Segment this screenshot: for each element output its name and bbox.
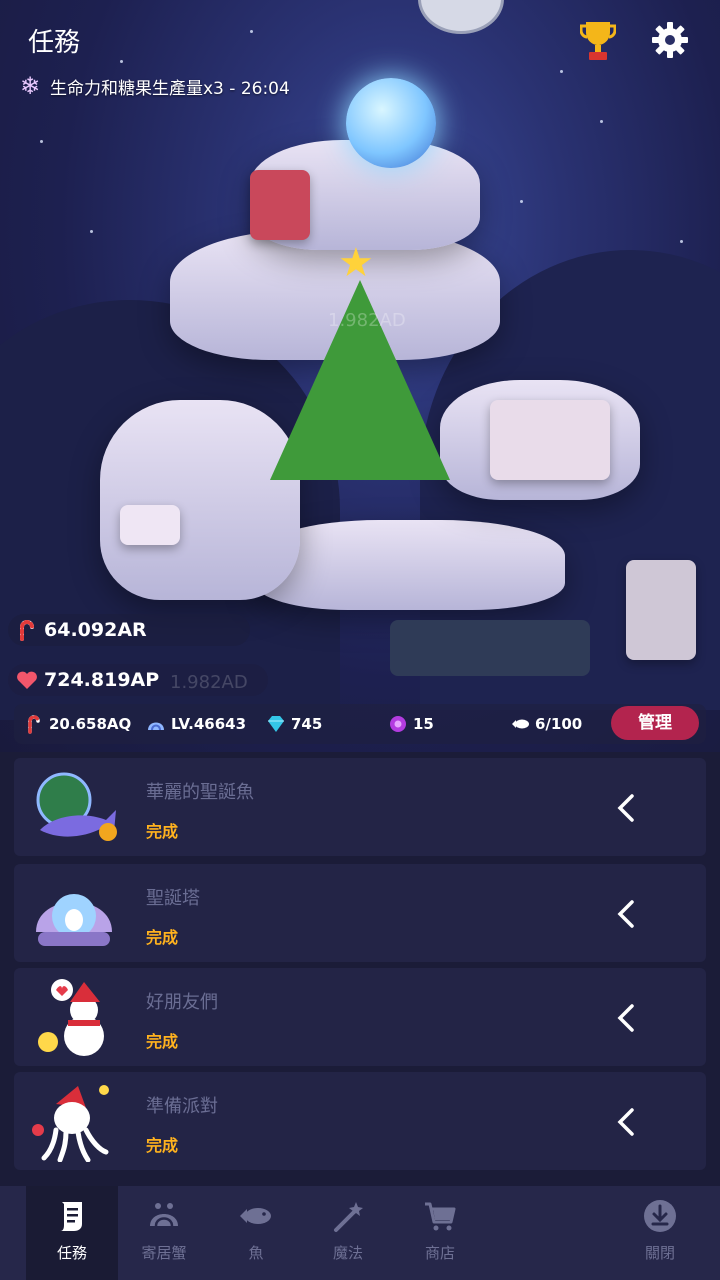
tab-fish[interactable]: 魚 — [210, 1186, 302, 1280]
boost-banner: ❄ 生命力和糖果生產量x3 - 26:04 — [16, 72, 290, 100]
level-stat: LV.46643 — [146, 704, 246, 744]
candy-cane-icon — [20, 620, 34, 641]
chevron-left-icon[interactable] — [614, 792, 638, 824]
task-name: 聖誕塔 — [146, 888, 200, 909]
chevron-left-icon[interactable] — [614, 1002, 638, 1034]
tab-tasks[interactable]: 任務 — [26, 1186, 118, 1280]
heart-value: 724.819AP — [44, 669, 160, 691]
heart-icon — [17, 671, 37, 689]
tab-label: 魚 — [248, 1244, 264, 1262]
snowflake-icon: ❄ — [19, 72, 41, 100]
shell-icon — [148, 722, 164, 731]
tab-label: 任務 — [56, 1244, 87, 1262]
download-icon — [644, 1200, 676, 1232]
hermit-crab-icon — [150, 1203, 178, 1227]
snowman-thumbnail — [38, 979, 104, 1056]
task-row[interactable]: 準備派對 完成 — [14, 1072, 706, 1170]
chevron-left-icon[interactable] — [614, 898, 638, 930]
tree-star-icon: ★ — [338, 240, 374, 286]
orb-value: 15 — [413, 715, 434, 733]
task-status: 完成 — [146, 928, 179, 947]
task-status: 完成 — [146, 822, 179, 841]
tab-hermit-crab[interactable]: 寄居蟹 — [118, 1186, 210, 1280]
boost-text: 生命力和糖果生產量x3 - 26:04 — [50, 78, 290, 99]
cart-icon — [425, 1202, 456, 1231]
tap-candy-icon — [28, 715, 40, 734]
scroll-icon — [60, 1202, 82, 1231]
gear-icon[interactable] — [650, 20, 690, 60]
clock-tower — [626, 560, 696, 660]
party-squid-thumbnail — [32, 1085, 109, 1162]
heart-resource: 724.819AP — [8, 664, 268, 696]
christmas-fish-thumbnail — [36, 772, 117, 841]
task-name: 好朋友們 — [146, 992, 218, 1013]
level-value: LV.46643 — [171, 715, 247, 733]
fish-count-icon — [512, 719, 529, 729]
magic-wand-icon — [334, 1202, 363, 1232]
tab-label: 關閉 — [644, 1244, 675, 1262]
game-scene[interactable]: ★ 1.982AD 1.982AD — [0, 0, 720, 760]
fish-value: 6/100 — [535, 715, 583, 733]
fish-stat: 6/100 — [510, 704, 582, 744]
snow-globe — [346, 78, 436, 168]
tap-value: 20.658AQ — [49, 715, 132, 733]
trophy-icon[interactable] — [580, 18, 616, 62]
toy-train[interactable] — [390, 620, 590, 676]
bottom-nav: 任務 寄居蟹 魚 魔法 商店 關閉 — [0, 1186, 720, 1280]
task-name: 華麗的聖誕魚 — [146, 782, 254, 803]
tab-magic[interactable]: 魔法 — [302, 1186, 394, 1280]
task-row[interactable]: 聖誕塔 完成 — [14, 864, 706, 962]
task-name: 準備派對 — [146, 1096, 218, 1117]
gingerbread-house — [490, 400, 610, 480]
tab-close[interactable]: 關閉 — [614, 1186, 706, 1280]
christmas-tower-thumbnail — [36, 894, 112, 946]
task-row[interactable]: 華麗的聖誕魚 完成 — [14, 758, 706, 856]
tab-shop[interactable]: 商店 — [394, 1186, 486, 1280]
task-status: 完成 — [146, 1032, 179, 1051]
tab-label: 商店 — [424, 1244, 455, 1262]
orb-stat: 15 — [388, 704, 434, 744]
task-row[interactable]: 好朋友們 完成 — [14, 968, 706, 1066]
small-house — [120, 505, 180, 545]
candy-value: 64.092AR — [44, 619, 147, 641]
cake-tower — [250, 170, 310, 240]
fish-icon — [240, 1208, 271, 1224]
tab-label: 魔法 — [332, 1244, 363, 1262]
tree-production-label: 1.982AD — [328, 310, 406, 331]
page-title: 任務 — [28, 28, 81, 58]
tap-stat: 20.658AQ — [24, 704, 131, 744]
candy-resource: 64.092AR — [8, 614, 250, 646]
diamond-icon — [268, 716, 284, 732]
manage-button[interactable]: 管理 — [611, 706, 699, 740]
lower-island — [255, 520, 565, 610]
gem-value: 745 — [291, 715, 323, 733]
gem-stat: 745 — [266, 704, 322, 744]
purple-orb-icon — [390, 716, 406, 732]
tab-label: 寄居蟹 — [141, 1244, 187, 1262]
chevron-left-icon[interactable] — [614, 1106, 638, 1138]
task-status: 完成 — [146, 1136, 179, 1155]
